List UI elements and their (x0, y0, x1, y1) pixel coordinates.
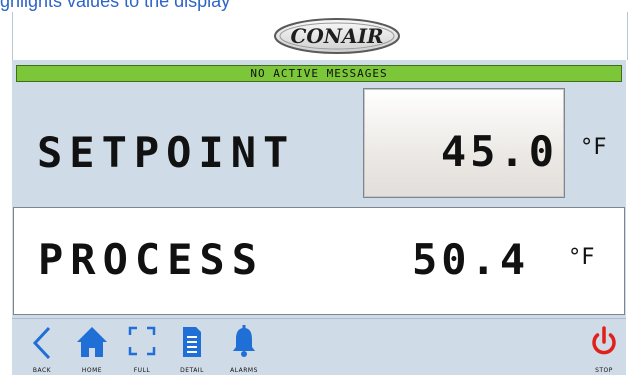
setpoint-label: SETPOINT (37, 128, 296, 177)
header: CONAIR (12, 12, 628, 60)
setpoint-input[interactable]: 45.0 (363, 88, 565, 198)
stop-button[interactable]: STOP (584, 319, 624, 375)
setpoint-value: 45.0 (440, 127, 558, 176)
logo-text: CONAIR (290, 24, 384, 48)
document-icon (183, 327, 201, 357)
alarms-button[interactable]: ALARMS (220, 319, 268, 375)
message-bar: NO ACTIVE MESSAGES (16, 65, 622, 82)
alarms-label: ALARMS (230, 367, 258, 374)
full-label: FULL (133, 367, 151, 374)
footer-nav: BACK HOME FULL DETAIL ALARMS STOP (12, 318, 626, 375)
process-label: PROCESS (38, 235, 265, 284)
chevron-left-icon (32, 326, 51, 360)
back-label: BACK (32, 367, 52, 374)
back-button[interactable]: BACK (22, 319, 62, 375)
power-icon (592, 326, 616, 355)
main-panel: NO ACTIVE MESSAGES SETPOINT 45.0 °F PROC… (12, 60, 626, 318)
home-button[interactable]: HOME (72, 319, 112, 375)
process-unit: °F (568, 245, 595, 270)
stop-label: STOP (595, 367, 613, 374)
fullscreen-icon (128, 326, 156, 356)
full-button[interactable]: FULL (122, 319, 162, 375)
top-bar: ghlights values to the display (0, 0, 638, 12)
process-value: 50.4 (412, 235, 530, 284)
process-panel: PROCESS 50.4 °F (13, 207, 625, 315)
top-bar-text: ghlights values to the display (0, 0, 231, 11)
home-icon (77, 327, 107, 357)
home-label: HOME (81, 367, 103, 374)
detail-label: DETAIL (180, 367, 204, 374)
detail-button[interactable]: DETAIL (172, 319, 212, 375)
setpoint-unit: °F (580, 135, 607, 160)
bell-icon (233, 325, 255, 357)
conair-logo: CONAIR (272, 16, 402, 56)
